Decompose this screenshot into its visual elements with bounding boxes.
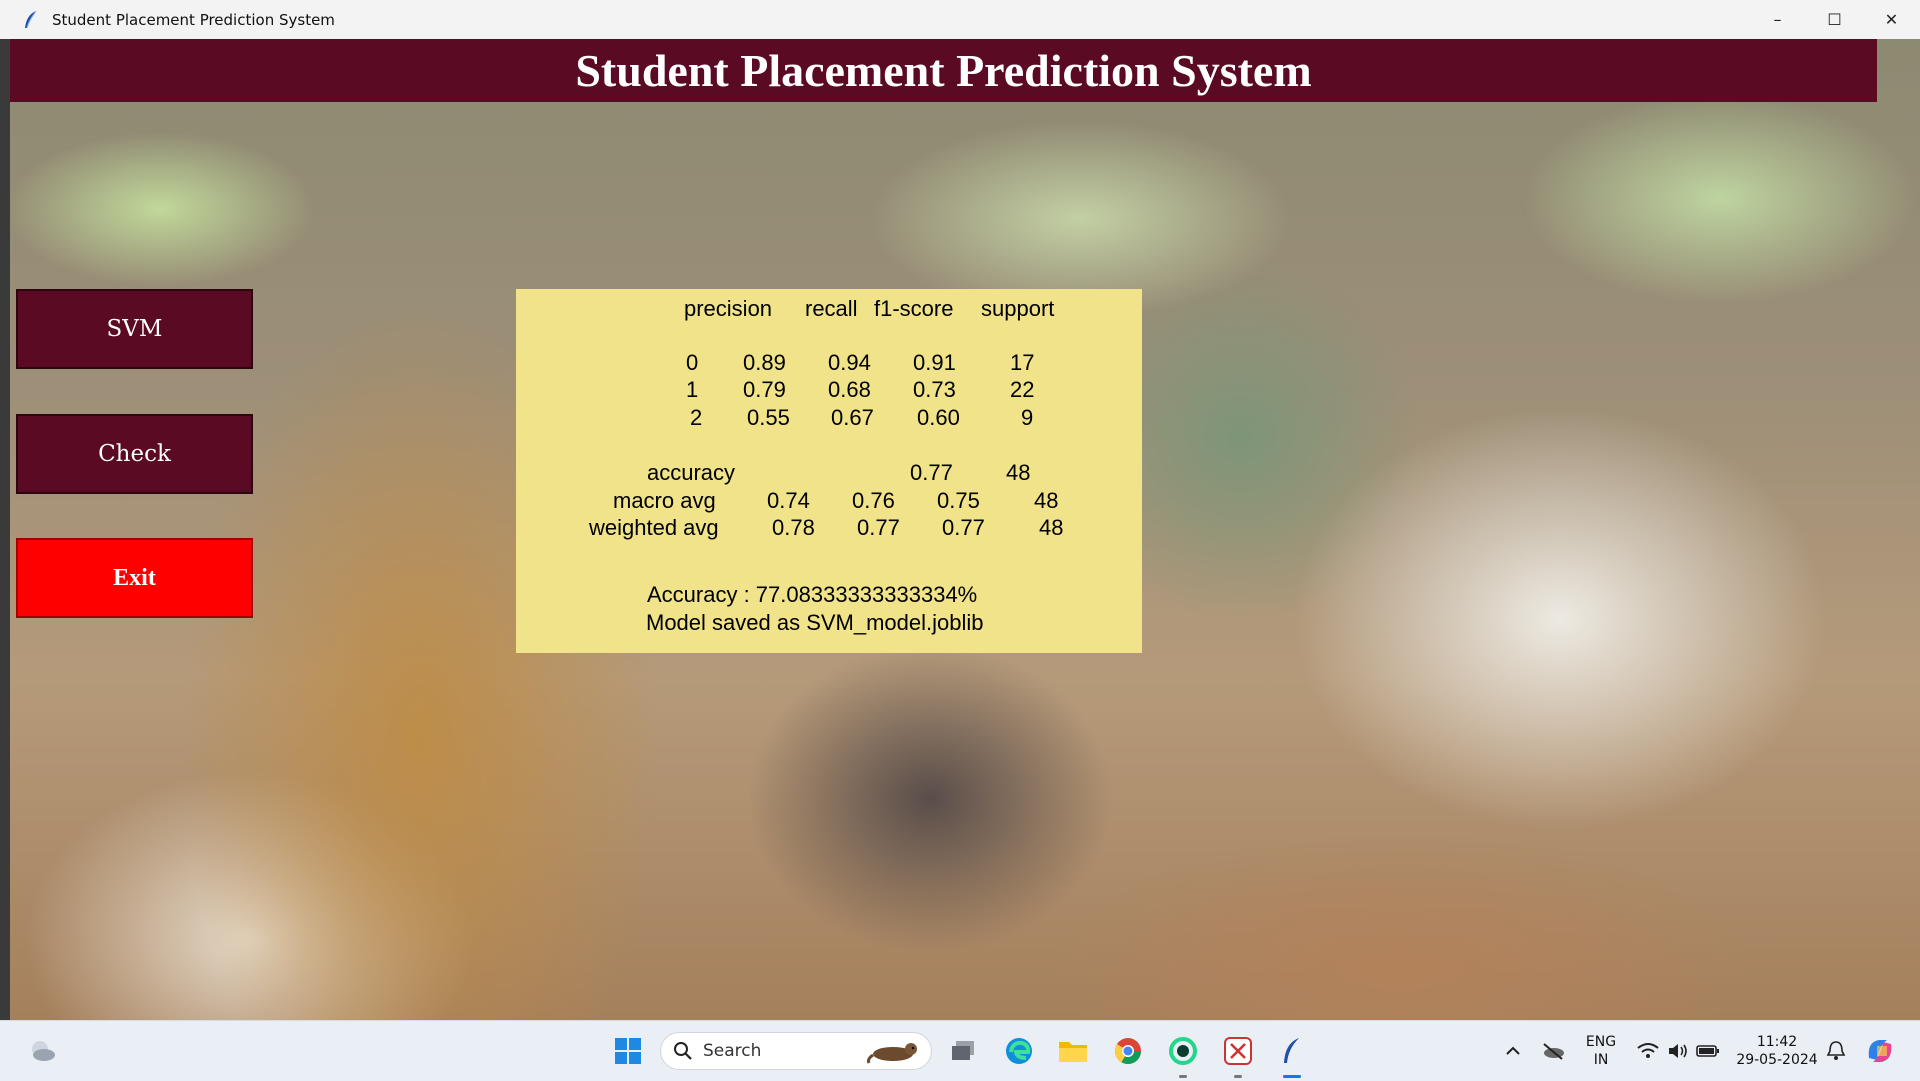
window-edge — [0, 39, 10, 1020]
running-indicator — [1234, 1075, 1242, 1078]
classification-report-panel: precision recall f1-score support 0 0.89… — [516, 289, 1142, 653]
row-0-support: 17 — [1010, 350, 1035, 375]
accuracy-label: accuracy — [647, 460, 736, 485]
ferret-doodle-icon — [865, 1037, 921, 1065]
clock[interactable]: 11:42 29-05-2024 — [1732, 1021, 1822, 1081]
python-app-icon[interactable] — [1272, 1021, 1312, 1081]
accuracy-f1: 0.77 — [910, 460, 953, 485]
header-f1-score: f1-score — [874, 296, 954, 321]
pycharm-icon[interactable] — [1163, 1021, 1203, 1081]
row-0-f1: 0.91 — [913, 350, 956, 375]
taskbar-search[interactable]: Search — [660, 1032, 932, 1070]
row-2-recall: 0.67 — [831, 405, 874, 430]
language-indicator[interactable]: ENG IN — [1580, 1021, 1622, 1081]
close-button[interactable]: ✕ — [1863, 0, 1920, 39]
row-1-f1: 0.73 — [913, 377, 956, 402]
notification-bell-icon[interactable] — [1822, 1021, 1850, 1081]
accuracy-summary: Accuracy : 77.08333333333334% — [647, 582, 978, 607]
row-2-precision: 0.55 — [747, 405, 790, 430]
weighted-avg-f1: 0.77 — [942, 515, 985, 540]
onedrive-offline-icon[interactable] — [1538, 1021, 1568, 1081]
row-2-f1: 0.60 — [917, 405, 960, 430]
macro-avg-precision: 0.74 — [767, 488, 810, 513]
volume-icon[interactable] — [1664, 1021, 1692, 1081]
wifi-icon[interactable] — [1634, 1021, 1662, 1081]
chrome-icon[interactable] — [1108, 1021, 1148, 1081]
feather-icon — [20, 9, 42, 31]
copilot-icon[interactable] — [1862, 1021, 1898, 1081]
page-title: Student Placement Prediction System — [575, 45, 1312, 96]
row-2-label: 2 — [690, 405, 703, 430]
accuracy-support: 48 — [1006, 460, 1031, 485]
macro-avg-label: macro avg — [613, 488, 716, 513]
header-banner: Student Placement Prediction System — [10, 39, 1877, 102]
task-view-icon[interactable] — [944, 1021, 984, 1081]
clock-time: 11:42 — [1756, 1034, 1798, 1050]
battery-icon[interactable] — [1694, 1021, 1722, 1081]
row-1-precision: 0.79 — [743, 377, 786, 402]
search-icon — [673, 1041, 693, 1061]
row-0-recall: 0.94 — [828, 350, 871, 375]
model-saved-message: Model saved as SVM_model.joblib — [646, 610, 984, 635]
weighted-avg-recall: 0.77 — [857, 515, 900, 540]
svm-button[interactable]: SVM — [16, 289, 253, 369]
row-1-support: 22 — [1010, 377, 1035, 402]
row-0-label: 0 — [686, 350, 699, 375]
header-support: support — [981, 296, 1055, 321]
row-1-recall: 0.68 — [828, 377, 871, 402]
maximize-button[interactable]: ☐ — [1806, 0, 1863, 39]
active-app-indicator — [1283, 1075, 1301, 1078]
snipping-tool-icon[interactable] — [1218, 1021, 1258, 1081]
weighted-avg-support: 48 — [1039, 515, 1064, 540]
macro-avg-support: 48 — [1034, 488, 1059, 513]
exit-button[interactable]: Exit — [16, 538, 253, 618]
running-indicator — [1179, 1075, 1187, 1078]
windows-start-icon[interactable] — [608, 1021, 648, 1081]
check-button[interactable]: Check — [16, 414, 253, 494]
clock-date: 29-05-2024 — [1736, 1052, 1818, 1068]
header-precision: precision — [684, 296, 773, 321]
language-code: ENG — [1585, 1034, 1617, 1050]
window-titlebar: Student Placement Prediction System – ☐ … — [0, 0, 1920, 40]
weighted-avg-precision: 0.78 — [772, 515, 815, 540]
row-0-precision: 0.89 — [743, 350, 786, 375]
window-controls: – ☐ ✕ — [1749, 0, 1920, 39]
taskbar: Search ENG IN 11:42 29-05-2024 — [0, 1020, 1920, 1081]
weighted-avg-label: weighted avg — [589, 515, 719, 540]
row-2-support: 9 — [1021, 405, 1034, 430]
header-recall: recall — [805, 296, 858, 321]
minimize-button[interactable]: – — [1749, 0, 1806, 39]
row-1-label: 1 — [686, 377, 699, 402]
edge-browser-icon[interactable] — [999, 1021, 1039, 1081]
window-title: Student Placement Prediction System — [52, 10, 335, 29]
file-explorer-icon[interactable] — [1053, 1021, 1093, 1081]
show-hidden-icons-chevron[interactable] — [1500, 1021, 1526, 1081]
macro-avg-recall: 0.76 — [852, 488, 895, 513]
macro-avg-f1: 0.75 — [937, 488, 980, 513]
search-placeholder: Search — [703, 1041, 762, 1061]
weather-icon[interactable] — [22, 1021, 62, 1081]
region-code: IN — [1593, 1052, 1609, 1068]
